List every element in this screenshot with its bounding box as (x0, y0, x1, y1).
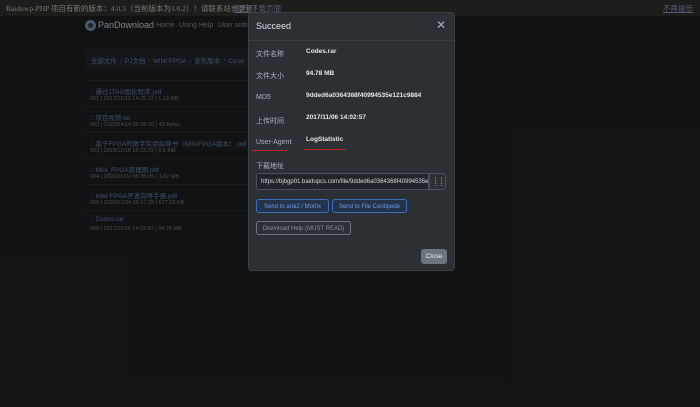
send-to-aria2-button[interactable]: Send to aria2 / Motrix (256, 199, 329, 213)
close-button[interactable]: Close (421, 249, 447, 264)
close-icon[interactable]: ✕ (435, 18, 447, 32)
download-help-button[interactable]: Download Help (MUST READ) (256, 221, 351, 235)
user-agent-label: User-Agent (256, 139, 292, 146)
file-name-value: Codes.rar (306, 48, 337, 55)
upload-time-label: 上传时间 (256, 118, 284, 125)
user-agent-value: LogStatistic (306, 136, 344, 143)
md5-value: 9dded6a0364368f40994535e121c9884 (306, 92, 422, 99)
file-size-label: 文件大小 (256, 73, 284, 80)
download-url-input[interactable]: https://bjbgp01.baidupcs.com/file/9dded6… (256, 173, 429, 190)
copy-url-button[interactable] (429, 173, 446, 190)
download-url-label: 下载地址 (256, 163, 284, 170)
user-agent-label-underline (252, 150, 288, 151)
download-url-group: https://bjbgp01.baidupcs.com/file/9dded6… (256, 173, 446, 192)
user-agent-value-underline (304, 149, 346, 150)
succeed-dialog: Succeed ✕ 文件名称 Codes.rar 文件大小 94.78 MB M… (248, 12, 455, 271)
modal-header: Succeed ✕ (249, 13, 454, 41)
copy-icon (435, 177, 442, 186)
md5-label: MD5 (256, 94, 271, 101)
upload-time-value: 2017/11/06 14:02:57 (306, 114, 366, 121)
modal-title: Succeed (256, 21, 292, 31)
send-to-file-centipede-button[interactable]: Send to File Centipede (332, 199, 407, 213)
file-name-label: 文件名称 (256, 51, 284, 58)
file-size-value: 94.78 MB (306, 70, 335, 77)
